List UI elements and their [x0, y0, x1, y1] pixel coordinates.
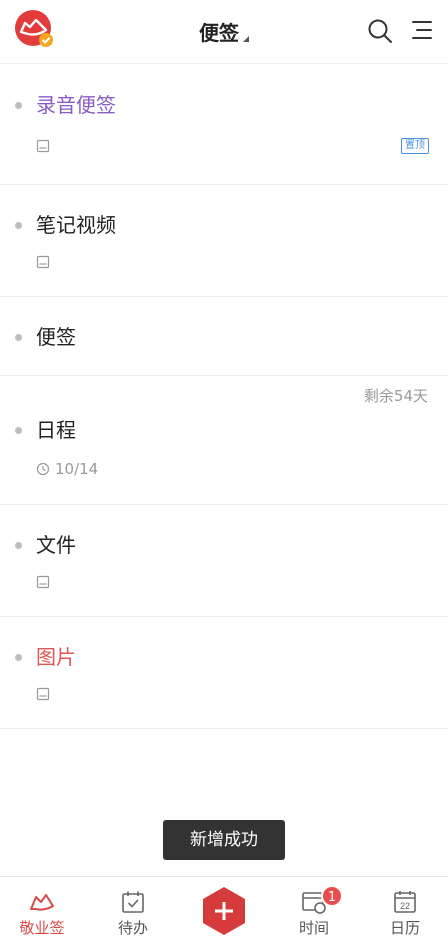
caret-down-icon — [243, 36, 249, 42]
tab-label: 时间 — [298, 919, 329, 937]
search-button[interactable] — [367, 18, 393, 44]
bullet-dot — [15, 654, 22, 661]
note-title: 日程 — [36, 418, 76, 442]
note-item-memo[interactable]: 便签 — [0, 297, 448, 376]
tab-todo[interactable]: 待办 — [98, 877, 168, 942]
notification-badge: 1 — [321, 885, 343, 907]
tab-jingyeqian[interactable]: 敬业签 — [7, 877, 77, 942]
remaining-days: 剩余54天 — [363, 387, 428, 405]
bullet-dot — [15, 542, 22, 549]
folder-icon — [36, 139, 50, 153]
toast-message: 新增成功 — [163, 820, 285, 860]
note-title: 笔记视频 — [36, 213, 116, 237]
tab-calendar[interactable]: 22 日历 — [370, 877, 440, 942]
app-header: 便签 — [0, 0, 448, 64]
calendar-day-number: 22 — [400, 901, 410, 911]
folder-icon — [36, 255, 50, 269]
page-title: 便签 — [199, 21, 239, 45]
note-title: 图片 — [36, 645, 76, 669]
plus-icon — [203, 887, 245, 935]
bullet-dot — [15, 334, 22, 341]
home-logo-icon — [30, 894, 54, 911]
tab-label: 日历 — [389, 919, 420, 937]
note-title: 便签 — [36, 325, 76, 349]
bullet-dot — [15, 427, 22, 434]
note-item-image[interactable]: 图片 — [0, 617, 448, 729]
clock-icon — [36, 462, 50, 476]
add-note-button[interactable] — [200, 885, 248, 937]
tab-label: 待办 — [117, 919, 148, 937]
todo-icon — [122, 891, 144, 913]
bottom-tab-bar: 敬业签 待办 1 时间 22 日历 — [0, 876, 448, 942]
note-item-voice[interactable]: 录音便签 置顶 — [0, 65, 448, 185]
note-item-video[interactable]: 笔记视频 — [0, 185, 448, 297]
note-item-schedule[interactable]: 剩余54天 日程 10/14 — [0, 376, 448, 505]
note-item-file[interactable]: 文件 — [0, 505, 448, 617]
tab-label: 敬业签 — [19, 919, 65, 937]
bullet-dot — [15, 102, 22, 109]
note-title: 文件 — [36, 533, 76, 557]
folder-icon — [36, 575, 50, 589]
note-title: 录音便签 — [36, 93, 116, 117]
note-list: 录音便签 置顶 笔记视频 便签 剩余54天 日程 10/14 文件 图片 — [0, 65, 448, 729]
search-icon — [368, 19, 392, 43]
menu-icon — [412, 21, 432, 39]
menu-button[interactable] — [410, 18, 434, 42]
calendar-icon: 22 — [394, 891, 416, 913]
bullet-dot — [15, 222, 22, 229]
pinned-badge: 置顶 — [401, 138, 429, 154]
tab-time[interactable]: 1 时间 — [279, 877, 349, 942]
folder-icon — [36, 687, 50, 701]
schedule-date: 10/14 — [55, 460, 99, 478]
